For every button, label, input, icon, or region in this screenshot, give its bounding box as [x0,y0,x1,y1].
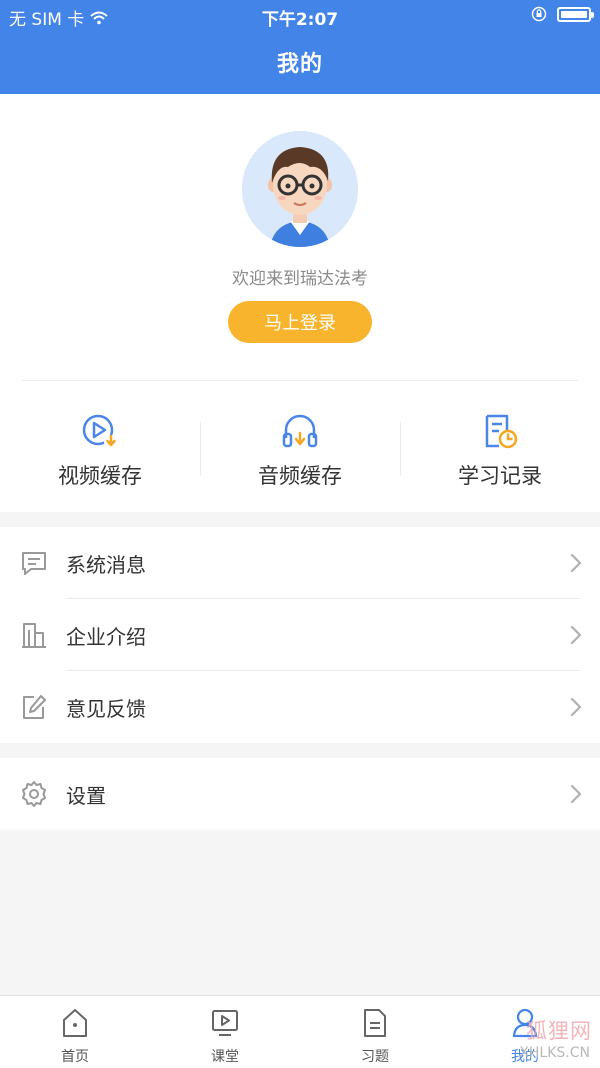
study-record-icon [485,414,518,449]
edit-feedback-icon [23,695,46,719]
menu-item-label: 企业介绍 [66,625,146,649]
tab-exercises[interactable]: 习题 [300,996,450,1068]
menu-item-label: 设置 [66,784,106,808]
menu-item-feedback[interactable]: 意见反馈 [0,671,600,743]
message-icon [22,552,46,575]
video-cache-label: 视频缓存 [58,464,142,488]
watermark: 狐狸网 [526,1019,592,1043]
exercise-icon [364,1009,386,1037]
chevron-right-icon [570,697,582,717]
settings-list: 设置 [0,758,600,830]
quick-actions: 视频缓存 音频缓存 学习记录 [0,412,600,488]
video-download-icon [82,414,118,449]
avatar[interactable] [242,131,358,247]
tab-label: 课堂 [211,1049,239,1065]
quick-divider [200,422,201,476]
home-icon [63,1009,87,1037]
video-cache-button[interactable]: 视频缓存 [0,412,200,488]
app-header: 无 SIM 卡 下午2:07 我的 [0,0,600,94]
page-title: 我的 [276,52,323,77]
bottom-tab-bar: 首页 课堂 习题 我的 [0,995,600,1067]
status-bar: 无 SIM 卡 下午2:07 [0,0,600,32]
tab-home[interactable]: 首页 [0,996,150,1068]
battery-icon [557,6,594,22]
avatar-illustration-icon [242,131,358,247]
gear-icon [22,781,46,807]
tab-classroom[interactable]: 课堂 [150,996,300,1068]
status-time: 下午2:07 [261,10,339,30]
building-icon [22,623,46,648]
menu-item-system-messages[interactable]: 系统消息 [0,527,600,599]
chevron-right-icon [570,784,582,804]
tab-label: 习题 [361,1049,389,1065]
menu-item-settings[interactable]: 设置 [0,758,600,830]
audio-cache-label: 音频缓存 [258,464,342,488]
orientation-lock-icon [531,6,547,22]
profile-section: 欢迎来到瑞达法考 马上登录 视频缓存 音频缓存 学习记录 [0,94,600,512]
quick-divider [400,422,401,476]
study-record-label: 学习记录 [458,464,542,488]
watermark-url: XHLKS.CN [519,1045,590,1061]
headphones-download-icon [282,414,318,448]
study-record-button[interactable]: 学习记录 [400,412,600,488]
login-button[interactable]: 马上登录 [228,301,372,343]
status-bar-right [531,6,594,22]
menu-item-label: 系统消息 [66,553,146,577]
tab-label: 首页 [61,1049,89,1065]
chevron-right-icon [570,553,582,573]
chevron-right-icon [570,625,582,645]
section-divider [22,380,578,381]
classroom-icon [212,1010,238,1036]
audio-cache-button[interactable]: 音频缓存 [200,412,400,488]
menu-item-company-intro[interactable]: 企业介绍 [0,599,600,671]
menu-item-label: 意见反馈 [66,697,146,721]
menu-list: 系统消息 企业介绍 意见反馈 [0,527,600,743]
welcome-text: 欢迎来到瑞达法考 [232,269,368,289]
